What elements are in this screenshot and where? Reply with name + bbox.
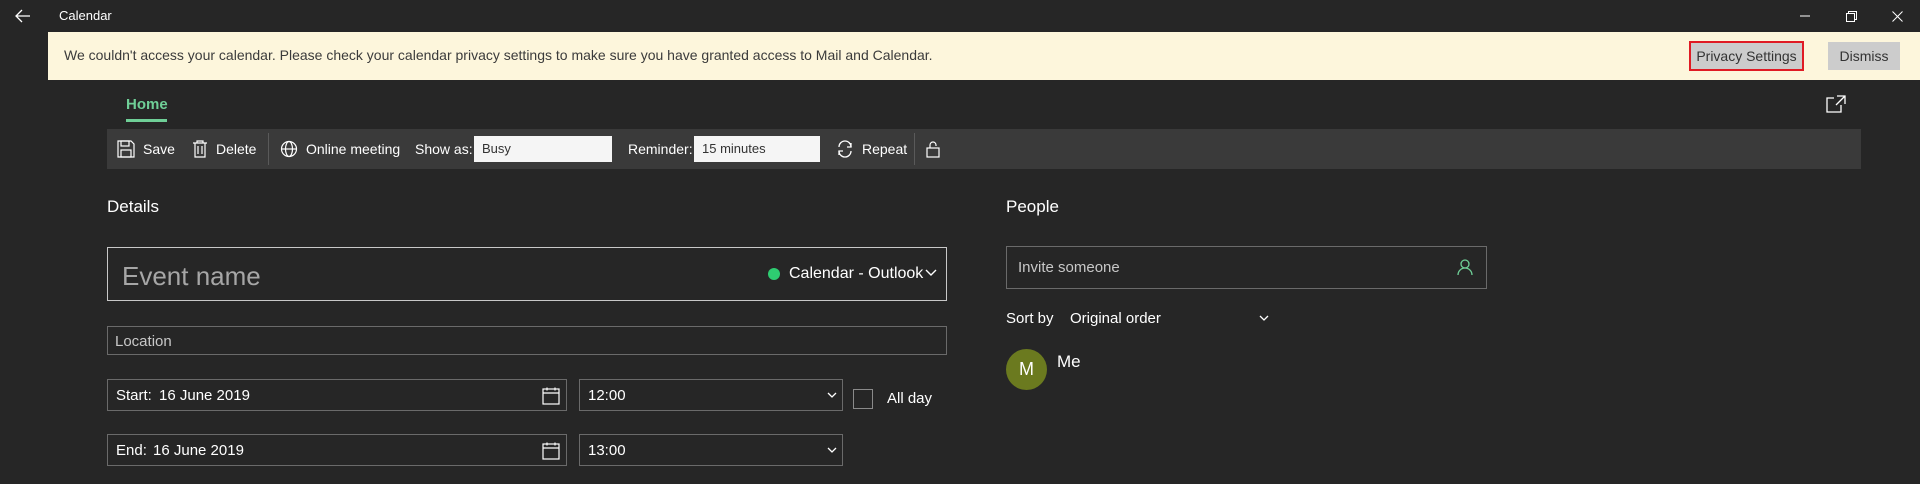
close-icon — [1891, 10, 1903, 22]
delete-label: Delete — [216, 141, 257, 157]
minimize-button[interactable] — [1782, 0, 1828, 32]
event-toolbar: Save Delete Online meeting Show as: Busy… — [107, 129, 1861, 169]
save-icon — [117, 140, 135, 158]
repeat-icon — [838, 140, 852, 158]
invite-placeholder: Invite someone — [1018, 259, 1120, 276]
chevron-down-icon[interactable] — [925, 269, 937, 277]
online-meeting-label: Online meeting — [306, 141, 401, 157]
event-name-field[interactable]: Event name Calendar - Outlook — [107, 247, 947, 301]
lock-icon — [926, 141, 940, 158]
location-field[interactable]: Location — [107, 326, 947, 355]
title-bar: Calendar — [0, 0, 1920, 32]
calendar-icon[interactable] — [542, 442, 560, 460]
all-day-label: All day — [887, 390, 933, 407]
end-label: End: — [116, 442, 147, 459]
attendee-name: Me — [1057, 352, 1081, 371]
calendar-icon[interactable] — [542, 387, 560, 405]
chevron-down-icon[interactable] — [1259, 315, 1269, 322]
toolbar-divider — [268, 133, 269, 165]
start-label: Start: — [116, 387, 152, 404]
tab-home-underline — [126, 119, 167, 122]
repeat-label: Repeat — [862, 141, 908, 157]
sort-select[interactable]: Original order — [1070, 310, 1161, 327]
toolbar-divider — [914, 133, 915, 165]
reminder-select[interactable]: 15 minutes — [694, 136, 820, 162]
event-name-placeholder: Event name — [122, 261, 261, 291]
calendar-color-dot — [768, 268, 780, 280]
calendar-selector[interactable]: Calendar - Outlook — [789, 265, 923, 283]
chevron-down-icon — [827, 447, 837, 453]
end-date-field[interactable]: End: 16 June 2019 — [107, 434, 567, 466]
restore-icon — [1845, 10, 1857, 22]
repeat-button[interactable]: Repeat — [836, 129, 907, 169]
start-date-value: 16 June 2019 — [159, 387, 250, 404]
end-time-select[interactable]: 13:00 — [579, 434, 843, 466]
private-lock-button[interactable] — [926, 129, 948, 169]
app-title: Calendar — [59, 8, 112, 23]
back-button[interactable] — [0, 0, 46, 32]
close-button[interactable] — [1874, 0, 1920, 32]
start-date-field[interactable]: Start: 16 June 2019 — [107, 379, 567, 411]
show-as-label: Show as: — [415, 141, 473, 157]
popout-button[interactable] — [1825, 94, 1849, 116]
minimize-icon — [1800, 15, 1810, 17]
delete-button[interactable]: Delete — [192, 129, 256, 169]
back-arrow-icon — [15, 9, 30, 23]
dismiss-button[interactable]: Dismiss — [1828, 42, 1900, 70]
show-as-select[interactable]: Busy — [474, 136, 612, 162]
location-placeholder: Location — [115, 333, 172, 350]
popout-icon — [1826, 95, 1846, 113]
save-button[interactable]: Save — [117, 129, 175, 169]
avatar: M — [1006, 349, 1047, 390]
online-meeting-button[interactable]: Online meeting — [280, 129, 400, 169]
restore-button[interactable] — [1828, 0, 1874, 32]
sort-label: Sort by — [1006, 310, 1054, 327]
privacy-settings-button[interactable]: Privacy Settings — [1689, 41, 1804, 71]
save-label: Save — [143, 141, 175, 157]
globe-icon — [280, 140, 298, 158]
reminder-label: Reminder: — [628, 141, 693, 157]
trash-icon — [193, 140, 207, 158]
details-heading: Details — [107, 197, 159, 216]
banner-message: We couldn't access your calendar. Please… — [64, 47, 933, 63]
tab-home[interactable]: Home — [126, 96, 168, 113]
end-date-value: 16 June 2019 — [153, 442, 244, 459]
start-time-select[interactable]: 12:00 — [579, 379, 843, 411]
invite-field[interactable]: Invite someone — [1006, 246, 1487, 289]
chevron-down-icon — [827, 392, 837, 398]
people-heading: People — [1006, 197, 1059, 216]
start-time-value: 12:00 — [588, 387, 626, 404]
privacy-banner: We couldn't access your calendar. Please… — [48, 32, 1920, 80]
person-add-icon[interactable] — [1457, 258, 1473, 276]
all-day-checkbox[interactable] — [853, 389, 873, 409]
end-time-value: 13:00 — [588, 442, 626, 459]
